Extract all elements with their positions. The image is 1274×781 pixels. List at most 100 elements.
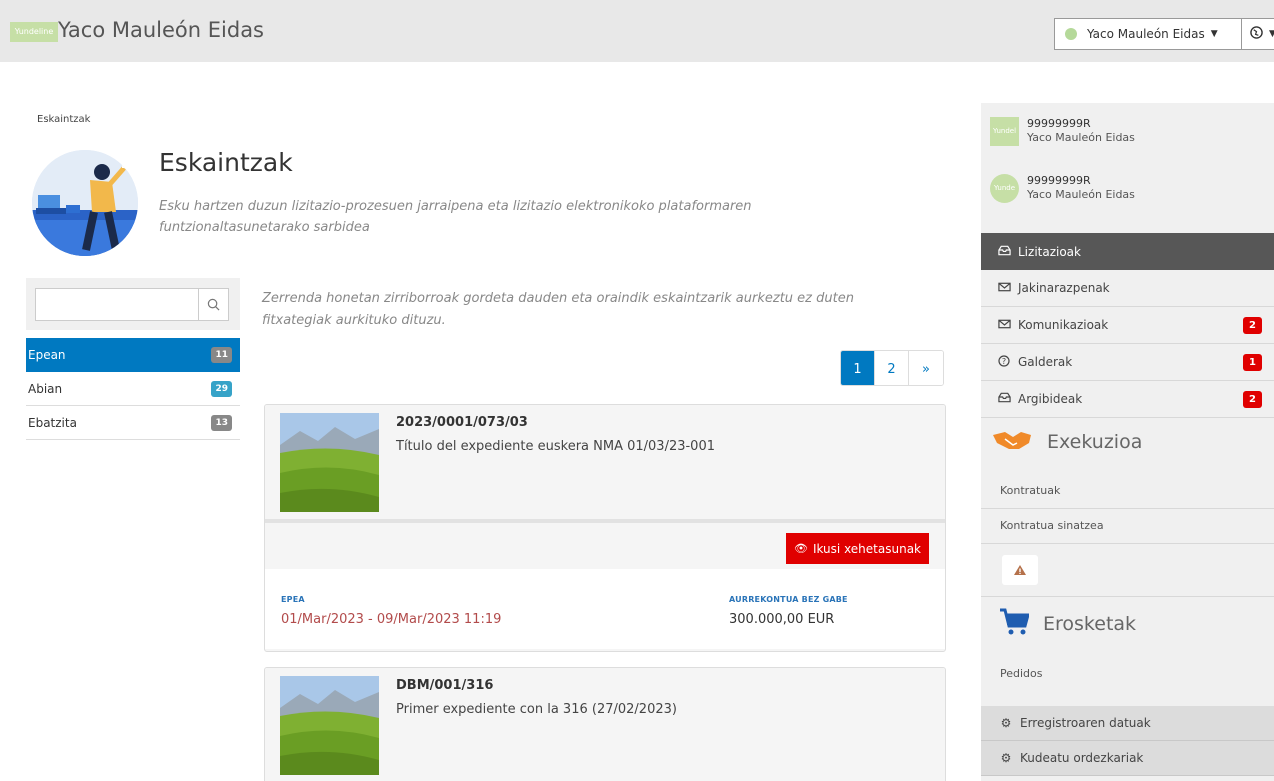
globe-icon xyxy=(1250,25,1263,43)
count-badge: 13 xyxy=(211,414,232,431)
link-kontratuak[interactable]: Kontratuak xyxy=(1000,484,1060,497)
identity-item[interactable]: Yunde 99999999R Yaco Mauleón Eidas xyxy=(990,174,1135,203)
page-title: Eskaintzak xyxy=(159,148,293,177)
search-button[interactable] xyxy=(198,288,229,321)
section-title: Erosketak xyxy=(1043,613,1137,635)
filter-label: Ebatzita xyxy=(28,415,77,430)
app-title[interactable]: Yaco Mauleón Eidas xyxy=(58,18,264,42)
eye-icon: 👁 xyxy=(793,542,808,555)
count-badge: 29 xyxy=(211,380,232,397)
identity-name: Yaco Mauleón Eidas xyxy=(1027,131,1135,144)
sidebar-item-galderak[interactable]: ? Galderak 1 xyxy=(981,344,1274,381)
filter-item-abian[interactable]: Abian 29 xyxy=(26,372,240,406)
handshake-icon xyxy=(991,429,1033,455)
cart-icon xyxy=(999,608,1030,640)
purchases-section-header: Erosketak xyxy=(981,604,1274,644)
sidebar-item-kudeatu-ordezkariak[interactable]: ⚙ Kudeatu ordezkariak xyxy=(981,741,1274,776)
filter-label: Abian xyxy=(28,381,63,396)
gear-icon: ⚙ xyxy=(1000,751,1012,765)
search-icon xyxy=(207,298,220,311)
sidebar-item-label: Komunikazioak xyxy=(1018,318,1109,332)
view-details-button[interactable]: 👁 Ikusi xehetasunak xyxy=(785,533,929,564)
svg-text:?: ? xyxy=(1002,357,1006,366)
tender-title: Primer expediente con la 316 (27/02/2023… xyxy=(396,702,677,717)
next-page-button[interactable]: » xyxy=(909,351,943,385)
identity-number: 99999999R xyxy=(1027,117,1091,130)
sidebar-item-erregistroaren-datuak[interactable]: ⚙ Erregistroaren datuak xyxy=(981,706,1274,741)
link-pedidos[interactable]: Pedidos xyxy=(1000,667,1043,680)
filter-item-ebatzita[interactable]: Ebatzita 13 xyxy=(26,406,240,440)
landscape-thumbnail[interactable] xyxy=(280,413,379,512)
list-info-text: Zerrenda honetan zirriborroak gordeta da… xyxy=(262,291,854,328)
page-button-2[interactable]: 2 xyxy=(875,351,909,385)
sidebar-item-label: Kudeatu ordezkariak xyxy=(1020,751,1144,765)
user-status-icon xyxy=(1065,28,1077,40)
envelope-icon xyxy=(996,281,1012,295)
gear-icon: ⚙ xyxy=(1000,716,1012,730)
sidebar-item-label: Erregistroaren datuak xyxy=(1020,716,1151,730)
question-icon: ? xyxy=(996,354,1012,370)
page-subtitle: Esku hartzen duzun lizitazio-prozesuen j… xyxy=(159,199,752,235)
sidebar-settings-list: ⚙ Erregistroaren datuak ⚙ Kudeatu ordezk… xyxy=(981,706,1274,776)
inbox-icon xyxy=(996,392,1012,406)
tender-card: 2023/0001/073/03 Título del expediente e… xyxy=(264,404,946,652)
status-filter-list: Epean 11 Abian 29 Ebatzita 13 xyxy=(26,338,240,440)
filter-label: Epean xyxy=(28,348,66,362)
notification-badge: 2 xyxy=(1243,317,1262,334)
language-menu-button[interactable]: ▼ xyxy=(1242,18,1274,50)
search-input[interactable] xyxy=(35,288,199,321)
view-details-label: Ikusi xehetasunak xyxy=(812,541,921,556)
sidebar-nav: Lizitazioak Jakinarazpenak Komunikazioak… xyxy=(981,233,1274,418)
chevron-down-icon: ▼ xyxy=(1269,29,1274,39)
filter-item-epean[interactable]: Epean 11 xyxy=(26,338,240,372)
execution-section-header: Exekuzioa xyxy=(981,422,1274,462)
identity-logo: Yunde xyxy=(990,174,1019,203)
card-actions: 👁 Ikusi xehetasunak xyxy=(265,519,945,569)
section-title: Exekuzioa xyxy=(1047,431,1143,453)
sidebar-item-label: Argibideak xyxy=(1018,392,1083,406)
chevron-down-icon: ▼ xyxy=(1210,29,1218,39)
tender-card: DBM/001/316 Primer expediente con la 316… xyxy=(264,667,946,781)
notification-badge: 2 xyxy=(1243,391,1262,408)
identity-name: Yaco Mauleón Eidas xyxy=(1027,188,1135,201)
breadcrumb[interactable]: Eskaintzak xyxy=(37,114,90,125)
envelope-icon xyxy=(996,318,1012,332)
divider xyxy=(981,596,1274,597)
count-badge: 11 xyxy=(211,347,232,363)
sidebar-item-label: Galderak xyxy=(1018,355,1073,369)
sidebar-item-jakinarazpenak[interactable]: Jakinarazpenak xyxy=(981,270,1274,307)
card-meta: EPEA 01/Mar/2023 - 09/Mar/2023 11:19 AUR… xyxy=(265,569,945,649)
tender-title: Título del expediente euskera NMA 01/03/… xyxy=(396,439,715,454)
pagination: 1 2 » xyxy=(840,350,944,386)
budget-value: 300.000,00 EUR xyxy=(729,612,835,627)
brand-logo[interactable]: Yundeline xyxy=(10,22,58,42)
sidebar-item-argibideak[interactable]: Argibideak 2 xyxy=(981,381,1274,418)
notification-badge: 1 xyxy=(1243,354,1262,371)
sidebar-item-komunikazioak[interactable]: Komunikazioak 2 xyxy=(981,307,1274,344)
identity-number: 99999999R xyxy=(1027,174,1091,187)
budget-label: AURREKONTUA BEZ GABE xyxy=(729,595,848,604)
user-menu-button[interactable]: Yaco Mauleón Eidas ▼ xyxy=(1054,18,1242,50)
identity-logo: Yundel xyxy=(990,117,1019,146)
card-header: DBM/001/316 Primer expediente con la 316… xyxy=(265,668,945,781)
warning-button[interactable] xyxy=(1002,555,1038,585)
sidebar-item-label: Jakinarazpenak xyxy=(1018,281,1110,295)
landscape-thumbnail[interactable] xyxy=(280,676,379,775)
identity-item[interactable]: Yundel 99999999R Yaco Mauleón Eidas xyxy=(990,117,1135,146)
top-bar: Yundeline Yaco Mauleón Eidas Yaco Mauleó… xyxy=(0,0,1274,62)
period-label: EPEA xyxy=(281,595,305,604)
card-header: 2023/0001/073/03 Título del expediente e… xyxy=(265,405,945,519)
filter-search-box xyxy=(26,278,240,330)
inbox-icon xyxy=(996,245,1012,259)
warning-icon xyxy=(1014,565,1026,575)
page-button-1[interactable]: 1 xyxy=(841,351,875,385)
sidebar-item-label: Lizitazioak xyxy=(1018,244,1081,259)
divider xyxy=(981,543,1274,544)
page-illustration xyxy=(32,150,138,256)
period-value: 01/Mar/2023 - 09/Mar/2023 11:19 xyxy=(281,612,502,627)
tender-code[interactable]: DBM/001/316 xyxy=(396,678,493,693)
link-kontratua-sinatzea[interactable]: Kontratua sinatzea xyxy=(1000,519,1104,532)
divider xyxy=(981,508,1274,509)
tender-code[interactable]: 2023/0001/073/03 xyxy=(396,415,528,430)
sidebar-item-lizitazioak[interactable]: Lizitazioak xyxy=(981,233,1274,270)
